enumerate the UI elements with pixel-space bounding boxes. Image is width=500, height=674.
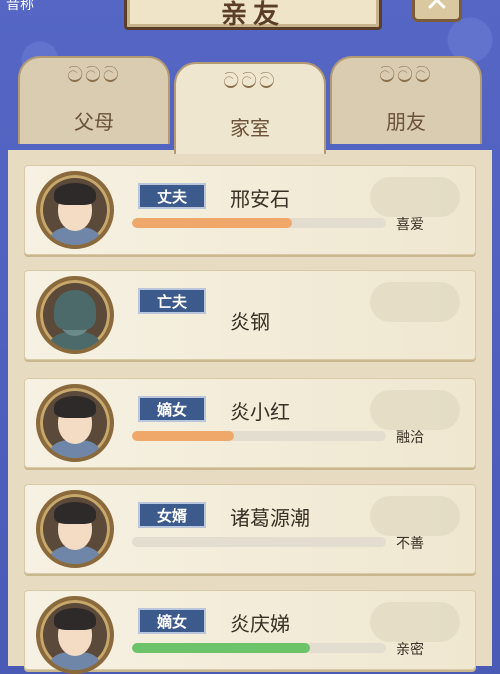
relative-name: 诸葛源潮 — [230, 506, 310, 530]
affinity-status: 融洽 — [396, 430, 424, 446]
affinity-status: 不善 — [396, 536, 424, 552]
relation-badge: 女婿 — [138, 502, 206, 528]
title-plate: 亲友 — [124, 0, 382, 30]
affinity-bar — [132, 218, 386, 228]
tab-label: 父母 — [74, 110, 114, 134]
avatar — [36, 276, 114, 354]
cloud-decoration — [370, 390, 460, 430]
close-button[interactable]: ✕ — [412, 0, 462, 22]
affinity-bar — [132, 643, 386, 653]
cloud-decoration — [370, 177, 460, 217]
cloud-ornament-icon: ටටට — [223, 69, 277, 94]
tab-friends[interactable]: ටටට 朋友 — [330, 56, 482, 144]
affinity-fill — [132, 431, 234, 441]
affinity-bar — [132, 537, 386, 547]
relative-row[interactable]: 女婿 诸葛源潮 不善 — [24, 484, 476, 574]
relative-row[interactable]: 丈夫 邢安石 喜爱 — [24, 165, 476, 255]
page-title: 亲友 — [220, 0, 285, 30]
relation-badge: 嫡女 — [138, 396, 206, 422]
relation-badge: 亡夫 — [138, 288, 206, 314]
relative-name: 邢安石 — [230, 187, 290, 211]
avatar — [36, 596, 114, 674]
affinity-fill — [132, 643, 310, 653]
relative-name: 炎钢 — [230, 310, 270, 334]
affinity-fill — [132, 218, 293, 228]
affinity-status: 喜爱 — [396, 217, 424, 233]
affinity-bar — [132, 431, 386, 441]
relative-name: 炎庆娣 — [230, 612, 290, 636]
cloud-decoration — [370, 496, 460, 536]
relative-row[interactable]: 嫡女 炎小红 融洽 — [24, 378, 476, 468]
cloud-decoration — [370, 282, 460, 322]
relative-row[interactable]: 嫡女 炎庆娣 亲密 — [24, 590, 476, 674]
tab-label: 朋友 — [386, 110, 426, 134]
corner-label: 音称 — [6, 0, 34, 13]
avatar — [36, 171, 114, 249]
cloud-ornament-icon: ටටට — [379, 63, 433, 88]
tab-family[interactable]: ටටට 家室 — [174, 62, 326, 154]
relation-badge: 丈夫 — [138, 183, 206, 209]
affinity-status: 亲密 — [396, 642, 424, 658]
tab-label: 家室 — [230, 116, 270, 140]
close-icon: ✕ — [424, 0, 450, 19]
avatar — [36, 384, 114, 462]
relative-name: 炎小红 — [230, 400, 290, 424]
relative-row[interactable]: 亡夫 炎钢 — [24, 270, 476, 360]
relation-badge: 嫡女 — [138, 608, 206, 634]
cloud-decoration — [370, 602, 460, 642]
avatar — [36, 490, 114, 568]
cloud-ornament-icon: ටටට — [67, 63, 121, 88]
tab-parents[interactable]: ටටට 父母 — [18, 56, 170, 144]
